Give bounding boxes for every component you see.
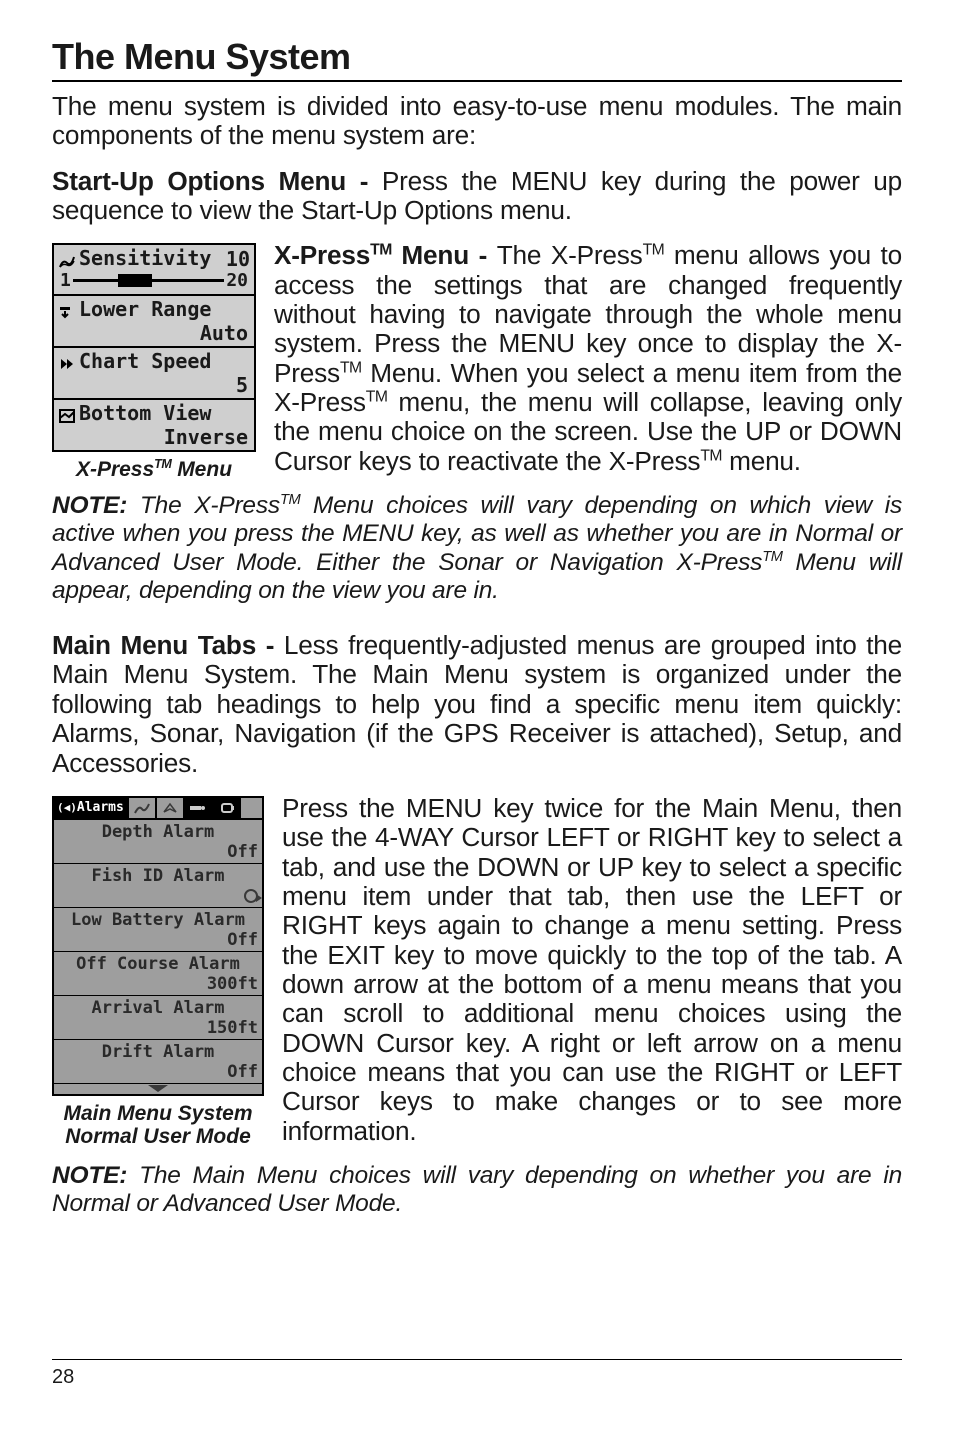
lower-range-row: Lower Range Auto — [54, 296, 254, 348]
sensitivity-slider: 1 20 — [58, 270, 250, 293]
mainmenu-intro-paragraph: Main Menu Tabs - Less frequently-adjuste… — [52, 631, 902, 778]
low-battery-alarm-row: Low Battery Alarm Off — [54, 908, 262, 952]
mainmenu-figure: (◀)Alarms Depth Alarm — [52, 796, 264, 1148]
page-footer: 28 — [52, 1359, 902, 1389]
startup-label: Start-Up Options Menu - — [52, 166, 368, 196]
arrival-alarm-row: Arrival Alarm 150ft — [54, 996, 262, 1040]
fish-id-alarm-row: Fish ID Alarm — [54, 864, 262, 908]
tab-nav-icon — [157, 798, 185, 818]
xpress-note: NOTE: The X-PressTM Menu choices will va… — [52, 492, 902, 605]
lower-range-label: Lower Range — [79, 297, 211, 321]
sensitivity-icon — [58, 250, 76, 266]
page-number: 28 — [52, 1366, 74, 1388]
xpress-figure: Sensitivity 10 1 20 Lower Ran — [52, 243, 256, 481]
mainmenu-box: (◀)Alarms Depth Alarm — [52, 796, 264, 1096]
tab-accessories-icon — [213, 798, 241, 818]
sensitivity-label: Sensitivity — [79, 246, 211, 270]
xpress-figure-caption: X-PressTM Menu — [52, 458, 256, 481]
chart-speed-icon — [58, 353, 76, 369]
bottom-view-icon — [58, 405, 76, 421]
mainmenu-figure-caption: Main Menu System Normal User Mode — [52, 1102, 264, 1148]
page-title: The Menu System — [52, 36, 902, 82]
tab-alarms: (◀)Alarms — [54, 798, 129, 818]
bottom-view-value: Inverse — [58, 425, 250, 449]
lower-range-icon — [58, 301, 76, 317]
slider-max: 20 — [226, 270, 248, 291]
chart-speed-value: 5 — [58, 373, 250, 397]
bottom-view-label: Bottom View — [79, 401, 211, 425]
depth-alarm-row: Depth Alarm Off — [54, 820, 262, 864]
startup-paragraph: Start-Up Options Menu - Press the MENU k… — [52, 167, 902, 226]
lower-range-value: Auto — [58, 321, 250, 345]
off-course-alarm-row: Off Course Alarm 300ft — [54, 952, 262, 996]
sensitivity-row: Sensitivity 10 1 20 — [54, 245, 254, 296]
tab-sonar-icon — [129, 798, 157, 818]
slider-min: 1 — [60, 270, 71, 291]
scroll-down-arrow-icon — [54, 1084, 262, 1094]
chart-speed-label: Chart Speed — [79, 349, 211, 373]
sensitivity-value: 10 — [226, 247, 250, 271]
tab-setup-icon — [185, 798, 213, 818]
drift-alarm-row: Drift Alarm Off — [54, 1040, 262, 1084]
bottom-view-row: Bottom View Inverse — [54, 400, 254, 450]
fish-icon — [244, 889, 258, 903]
mainmenu-tabs: (◀)Alarms — [54, 798, 262, 820]
mainmenu-note: NOTE: The Main Menu choices will vary de… — [52, 1162, 902, 1218]
intro-paragraph: The menu system is divided into easy-to-… — [52, 92, 902, 151]
chart-speed-row: Chart Speed 5 — [54, 348, 254, 400]
xpress-menu-box: Sensitivity 10 1 20 Lower Ran — [52, 243, 256, 452]
